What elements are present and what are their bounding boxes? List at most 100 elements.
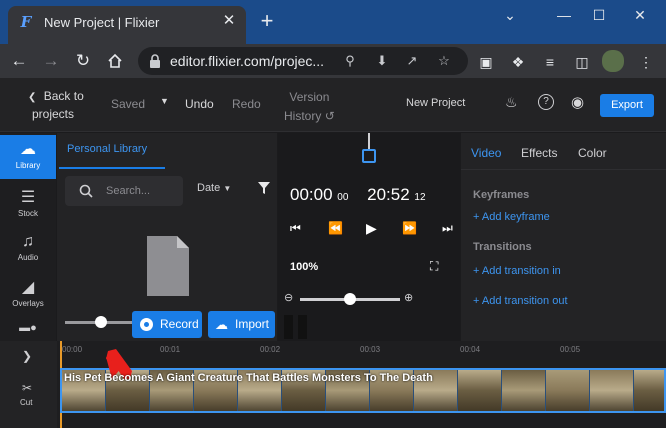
bookmark-star-icon[interactable]: ☆ bbox=[434, 51, 454, 71]
help-icon[interactable]: ? bbox=[538, 94, 554, 110]
tab-search-icon[interactable]: ⌄ bbox=[496, 4, 524, 26]
share-icon[interactable]: ↗ bbox=[402, 51, 422, 71]
zoom-slider[interactable] bbox=[300, 293, 400, 305]
timeline-tool-rail: ❯ ✂ Cut bbox=[0, 341, 57, 428]
tab-personal-library[interactable]: Personal Library bbox=[67, 143, 147, 155]
zoom-in-icon[interactable]: ⊕ bbox=[404, 291, 413, 304]
back-arrow-icon[interactable]: ← bbox=[8, 50, 30, 72]
slider-knob[interactable] bbox=[95, 316, 107, 328]
maximize-button[interactable]: ☐ bbox=[585, 4, 613, 26]
zoom-out-icon[interactable]: ⊖ bbox=[284, 291, 293, 304]
ruler-tick: 00:01 bbox=[160, 345, 181, 354]
reload-icon[interactable]: ↻ bbox=[72, 50, 94, 72]
left-tool-rail: ☁ Library ☰ Stock ♫ Audio ◢ Overlays ▬● bbox=[0, 133, 56, 341]
clip-thumbnail-frame bbox=[546, 370, 589, 411]
rail-item-audio[interactable]: ♫ Audio bbox=[0, 227, 56, 271]
minimize-button[interactable]: — bbox=[550, 4, 578, 26]
tab-effects[interactable]: Effects bbox=[521, 146, 557, 160]
export-button[interactable]: Export bbox=[600, 94, 654, 117]
version-history-button[interactable]: Version History ↺ bbox=[284, 88, 335, 126]
forward-arrow-icon[interactable]: → bbox=[40, 50, 62, 72]
playhead-stem bbox=[368, 133, 370, 149]
record-label: Record bbox=[160, 317, 199, 331]
play-icon[interactable]: ▶ bbox=[366, 220, 377, 237]
chrome-menu-icon[interactable]: ⋮ bbox=[636, 52, 656, 72]
cloud-icon: ☁ bbox=[20, 141, 36, 158]
fast-forward-icon[interactable]: ⏩ bbox=[402, 221, 417, 235]
back-label-line2: projects bbox=[32, 107, 75, 121]
rail-item-library[interactable]: ☁ Library bbox=[0, 135, 56, 179]
rail-label-audio: Audio bbox=[17, 253, 39, 262]
browser-tab[interactable]: F New Project | Flixier ✕ bbox=[8, 6, 246, 44]
zoom-slider-knob[interactable] bbox=[344, 293, 356, 305]
filter-funnel-icon[interactable] bbox=[257, 181, 271, 195]
project-name[interactable]: New Project bbox=[406, 97, 465, 109]
audio-meter-left bbox=[284, 315, 293, 339]
video-clip[interactable]: His Pet Becomes A Giant Creature That Ba… bbox=[60, 368, 666, 413]
extension-screenshot-icon[interactable]: ▣ bbox=[476, 52, 496, 72]
rail-item-stock[interactable]: ☰ Stock bbox=[0, 183, 56, 227]
cloud-upload-icon: ☁ bbox=[215, 317, 228, 332]
import-button[interactable]: ☁ Import bbox=[208, 311, 275, 338]
expand-chevron-icon[interactable]: ❯ bbox=[22, 349, 32, 363]
search-icon bbox=[79, 184, 93, 198]
clip-thumbnail-frame bbox=[590, 370, 633, 411]
redo-button[interactable]: Redo bbox=[232, 97, 261, 111]
tab-close-icon[interactable]: ✕ bbox=[220, 12, 238, 30]
add-transition-out-link[interactable]: + Add transition out bbox=[473, 295, 568, 307]
fullscreen-icon[interactable]: ⛶ bbox=[430, 259, 438, 274]
books-icon: ☰ bbox=[20, 189, 36, 206]
search-icon[interactable]: ⚲ bbox=[340, 51, 360, 71]
address-bar[interactable]: editor.flixier.com/projec... ⚲ ⬇ ↗ ☆ bbox=[138, 47, 468, 75]
new-tab-button[interactable]: + bbox=[256, 10, 278, 32]
skip-to-end-icon[interactable]: ⏭ bbox=[442, 221, 453, 236]
save-menu-caret-icon[interactable]: ▼ bbox=[160, 96, 169, 106]
browser-tab-strip: F New Project | Flixier ✕ + ⌄ — ☐ ✕ bbox=[0, 0, 666, 44]
browser-toolbar: ← → ↻ editor.flixier.com/projec... ⚲ ⬇ ↗… bbox=[0, 44, 666, 78]
audio-meter-right bbox=[298, 315, 307, 339]
tab-title: New Project | Flixier bbox=[44, 15, 160, 30]
record-button[interactable]: Record bbox=[132, 311, 202, 338]
add-transition-in-link[interactable]: + Add transition in bbox=[473, 265, 561, 277]
timeline: ❯ ✂ Cut 00:00 00:01 00:02 00:03 00:04 00… bbox=[0, 341, 666, 428]
rail-label-library: Library bbox=[15, 161, 41, 170]
extensions-puzzle-icon[interactable]: ❖ bbox=[508, 52, 528, 72]
library-search-input[interactable]: Search... bbox=[65, 176, 183, 206]
history-clock-icon: ↺ bbox=[324, 109, 335, 123]
current-frames: 00 bbox=[337, 192, 349, 203]
rail-item-more[interactable]: ▬● bbox=[0, 317, 56, 337]
tab-video[interactable]: Video bbox=[471, 146, 501, 160]
reading-list-icon[interactable]: ≡ bbox=[540, 52, 560, 72]
rewind-icon[interactable]: ⏪ bbox=[328, 221, 343, 235]
chevron-left-icon: ❮ bbox=[28, 92, 37, 103]
url-text: editor.flixier.com/projec... bbox=[170, 53, 325, 69]
home-icon[interactable] bbox=[104, 50, 126, 72]
add-keyframe-link[interactable]: + Add keyframe bbox=[473, 211, 550, 223]
flixier-favicon-icon: F bbox=[20, 13, 32, 31]
playhead-marker[interactable] bbox=[362, 149, 376, 163]
ruler-tick: 00:04 bbox=[460, 345, 481, 354]
rail-item-overlays[interactable]: ◢ Overlays bbox=[0, 273, 56, 317]
editor-header: ❮ Back to projects Saved ▼ Undo Redo Ver… bbox=[0, 78, 666, 132]
install-app-icon[interactable]: ⬇ bbox=[372, 51, 392, 71]
scissors-icon[interactable]: ✂ bbox=[22, 381, 32, 395]
time-ruler[interactable]: 00:00 00:01 00:02 00:03 00:04 00:05 bbox=[57, 341, 666, 359]
skip-to-start-icon[interactable]: ⏮ bbox=[290, 221, 301, 236]
properties-panel: Video Effects Color Keyframes + Add keyf… bbox=[461, 133, 666, 341]
undo-button[interactable]: Undo bbox=[185, 97, 214, 111]
playback-controls: ⏮ ⏪ ▶ ⏩ ⏭ bbox=[278, 220, 460, 237]
close-window-button[interactable]: ✕ bbox=[626, 4, 654, 26]
sort-date-dropdown[interactable]: Date ▼ bbox=[197, 182, 231, 194]
version-label-line2: History bbox=[284, 109, 322, 123]
version-label-line1: Version bbox=[289, 90, 330, 104]
back-to-projects-button[interactable]: ❮ Back to projects bbox=[28, 88, 84, 123]
notification-bell-icon[interactable]: ♨ bbox=[505, 94, 518, 111]
tab-color[interactable]: Color bbox=[578, 146, 607, 160]
thumbnail-size-slider[interactable] bbox=[65, 316, 135, 328]
overlays-icon: ◢ bbox=[21, 279, 35, 296]
profile-avatar[interactable] bbox=[602, 50, 624, 72]
side-panel-icon[interactable]: ◫ bbox=[572, 52, 592, 72]
language-globe-icon[interactable]: ◉ bbox=[571, 93, 584, 111]
music-note-icon: ♫ bbox=[22, 233, 34, 250]
saved-status: Saved bbox=[111, 97, 146, 111]
